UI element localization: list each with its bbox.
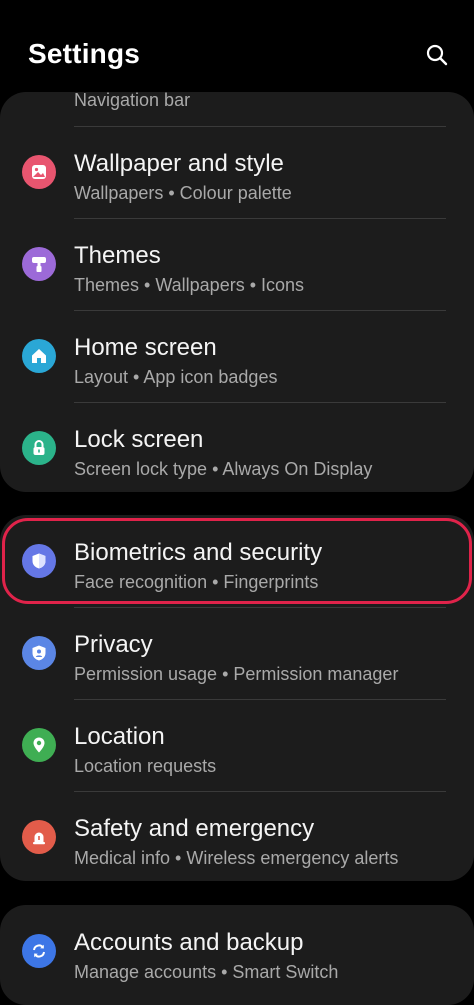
setting-wallpaper-and-style[interactable]: Wallpaper and style Wallpapers • Colour … (0, 126, 474, 218)
setting-lock-screen[interactable]: Lock screen Screen lock type • Always On… (0, 402, 474, 492)
setting-location[interactable]: Location Location requests (0, 699, 474, 791)
page-title: Settings (28, 38, 141, 69)
setting-label: Lock screen (74, 426, 204, 453)
setting-subtitle: Location requests (74, 756, 217, 776)
setting-subtitle: Layout • App icon badges (74, 367, 278, 387)
setting-subtitle: Screen lock type • Always On Display (74, 459, 373, 479)
paint-roller-icon (22, 247, 56, 281)
setting-label: Home screen (74, 334, 217, 361)
search-button[interactable] (422, 40, 452, 70)
setting-label: Accounts and backup (74, 929, 304, 956)
location-pin-icon (22, 728, 56, 762)
settings-group-security: Biometrics and security Face recognition… (0, 515, 474, 881)
navigation-bar-item-partial[interactable]: Navigation bar (74, 92, 190, 111)
setting-home-screen[interactable]: Home screen Layout • App icon badges (0, 310, 474, 402)
sync-icon (22, 934, 56, 968)
header: Settings (0, 0, 474, 92)
setting-label: Biometrics and security (74, 539, 323, 566)
setting-biometrics-and-security[interactable]: Biometrics and security Face recognition… (0, 515, 474, 607)
setting-label: Themes (74, 242, 161, 269)
lock-icon (22, 431, 56, 465)
setting-safety-and-emergency[interactable]: Safety and emergency Medical info • Wire… (0, 791, 474, 881)
setting-subtitle: Themes • Wallpapers • Icons (74, 275, 305, 295)
setting-subtitle: Permission usage • Permission manager (74, 664, 399, 684)
setting-label: Safety and emergency (74, 815, 315, 842)
setting-themes[interactable]: Themes Themes • Wallpapers • Icons (0, 218, 474, 310)
setting-subtitle: Medical info • Wireless emergency alerts (74, 848, 399, 868)
search-icon (426, 44, 448, 66)
setting-label: Location (74, 723, 165, 750)
image-icon (22, 155, 56, 189)
setting-subtitle: Wallpapers • Colour palette (74, 183, 292, 203)
setting-accounts-and-backup[interactable]: Accounts and backup Manage accounts • Sm… (0, 905, 474, 997)
setting-subtitle: Manage accounts • Smart Switch (74, 962, 339, 982)
home-icon (22, 339, 56, 373)
shield-icon (22, 544, 56, 578)
emergency-icon (22, 820, 56, 854)
setting-label: Wallpaper and style (74, 150, 284, 177)
setting-label: Privacy (74, 631, 153, 658)
settings-group-accounts: Accounts and backup Manage accounts • Sm… (0, 905, 474, 1005)
settings-group-display: Navigation bar Wallpaper and style Wallp… (0, 92, 474, 492)
setting-subtitle: Face recognition • Fingerprints (74, 572, 319, 592)
setting-privacy[interactable]: Privacy Permission usage • Permission ma… (0, 607, 474, 699)
privacy-shield-icon (22, 636, 56, 670)
